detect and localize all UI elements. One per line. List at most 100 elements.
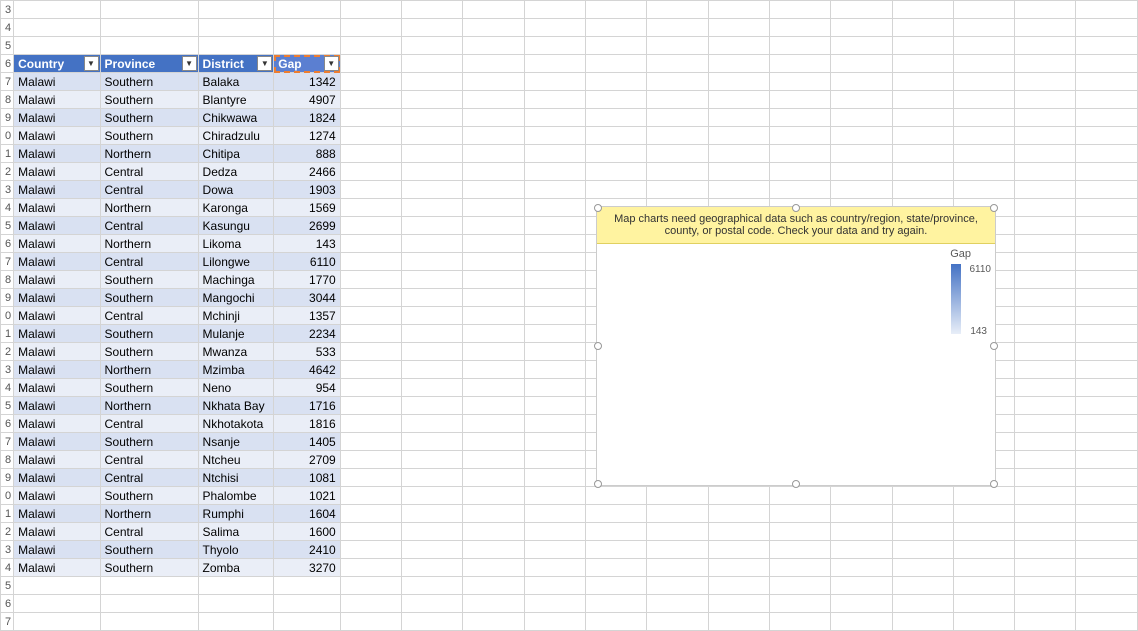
empty-cell[interactable] [953,37,1014,55]
data-cell[interactable]: Southern [100,325,198,343]
data-cell[interactable]: Central [100,523,198,541]
empty-cell[interactable] [769,55,830,73]
empty-cell[interactable] [198,37,274,55]
empty-cell[interactable] [953,163,1014,181]
data-cell[interactable]: Malawi [14,91,100,109]
data-cell[interactable]: Northern [100,397,198,415]
data-cell[interactable]: Malawi [14,397,100,415]
data-cell[interactable]: Malawi [14,181,100,199]
empty-cell[interactable] [274,613,340,631]
empty-cell[interactable] [524,199,585,217]
empty-cell[interactable] [524,523,585,541]
empty-cell[interactable] [1076,199,1138,217]
empty-cell[interactable] [1076,109,1138,127]
data-cell[interactable]: Malawi [14,73,100,91]
empty-cell[interactable] [953,91,1014,109]
empty-cell[interactable] [585,73,646,91]
empty-cell[interactable] [1076,505,1138,523]
chart-plot-area[interactable]: Gap 6110 143 [597,244,995,478]
empty-cell[interactable] [463,613,524,631]
empty-cell[interactable] [340,253,401,271]
data-cell[interactable]: Central [100,163,198,181]
empty-cell[interactable] [1015,55,1076,73]
empty-cell[interactable] [340,55,401,73]
data-cell[interactable]: Chikwawa [198,109,274,127]
empty-cell[interactable] [463,361,524,379]
empty-cell[interactable] [831,163,892,181]
empty-cell[interactable] [524,487,585,505]
empty-cell[interactable] [708,55,769,73]
empty-cell[interactable] [402,505,463,523]
empty-cell[interactable] [1076,415,1138,433]
data-cell[interactable]: Southern [100,379,198,397]
empty-cell[interactable] [463,325,524,343]
empty-cell[interactable] [274,577,340,595]
empty-cell[interactable] [14,595,100,613]
empty-cell[interactable] [585,595,646,613]
empty-cell[interactable] [524,307,585,325]
empty-cell[interactable] [14,19,100,37]
data-cell[interactable]: Southern [100,91,198,109]
empty-cell[interactable] [1015,307,1076,325]
empty-cell[interactable] [1015,397,1076,415]
empty-cell[interactable] [1015,523,1076,541]
data-cell[interactable]: Mulanje [198,325,274,343]
empty-cell[interactable] [340,397,401,415]
empty-cell[interactable] [463,595,524,613]
empty-cell[interactable] [1015,361,1076,379]
empty-cell[interactable] [831,55,892,73]
empty-cell[interactable] [524,325,585,343]
data-cell[interactable]: Malawi [14,415,100,433]
data-cell[interactable]: 4907 [274,91,340,109]
data-cell[interactable]: Southern [100,73,198,91]
empty-cell[interactable] [340,343,401,361]
data-cell[interactable]: Karonga [198,199,274,217]
empty-cell[interactable] [647,613,708,631]
empty-cell[interactable] [585,127,646,145]
empty-cell[interactable] [100,613,198,631]
empty-cell[interactable] [1076,541,1138,559]
empty-cell[interactable] [524,415,585,433]
empty-cell[interactable] [463,235,524,253]
empty-cell[interactable] [708,1,769,19]
data-cell[interactable]: 1824 [274,109,340,127]
data-cell[interactable]: Central [100,415,198,433]
empty-cell[interactable] [647,73,708,91]
empty-cell[interactable] [831,541,892,559]
empty-cell[interactable] [831,145,892,163]
empty-cell[interactable] [14,577,100,595]
empty-cell[interactable] [769,109,830,127]
data-cell[interactable]: Dedza [198,163,274,181]
empty-cell[interactable] [524,289,585,307]
data-cell[interactable]: 3270 [274,559,340,577]
empty-cell[interactable] [402,289,463,307]
data-cell[interactable]: Blantyre [198,91,274,109]
data-cell[interactable]: Northern [100,505,198,523]
column-header-country[interactable]: Country▼ [14,55,100,73]
empty-cell[interactable] [1076,289,1138,307]
empty-cell[interactable] [524,343,585,361]
empty-cell[interactable] [524,451,585,469]
empty-cell[interactable] [402,469,463,487]
empty-cell[interactable] [769,505,830,523]
empty-cell[interactable] [100,37,198,55]
empty-cell[interactable] [1015,199,1076,217]
empty-cell[interactable] [340,613,401,631]
empty-cell[interactable] [524,397,585,415]
data-cell[interactable]: Ntcheu [198,451,274,469]
empty-cell[interactable] [585,613,646,631]
data-cell[interactable]: Central [100,253,198,271]
empty-cell[interactable] [769,1,830,19]
empty-cell[interactable] [647,487,708,505]
empty-cell[interactable] [340,523,401,541]
empty-cell[interactable] [585,37,646,55]
empty-cell[interactable] [953,19,1014,37]
data-cell[interactable]: Malawi [14,127,100,145]
empty-cell[interactable] [402,19,463,37]
empty-cell[interactable] [585,163,646,181]
data-cell[interactable]: Malawi [14,343,100,361]
empty-cell[interactable] [708,73,769,91]
empty-cell[interactable] [769,577,830,595]
empty-cell[interactable] [708,127,769,145]
empty-cell[interactable] [647,127,708,145]
